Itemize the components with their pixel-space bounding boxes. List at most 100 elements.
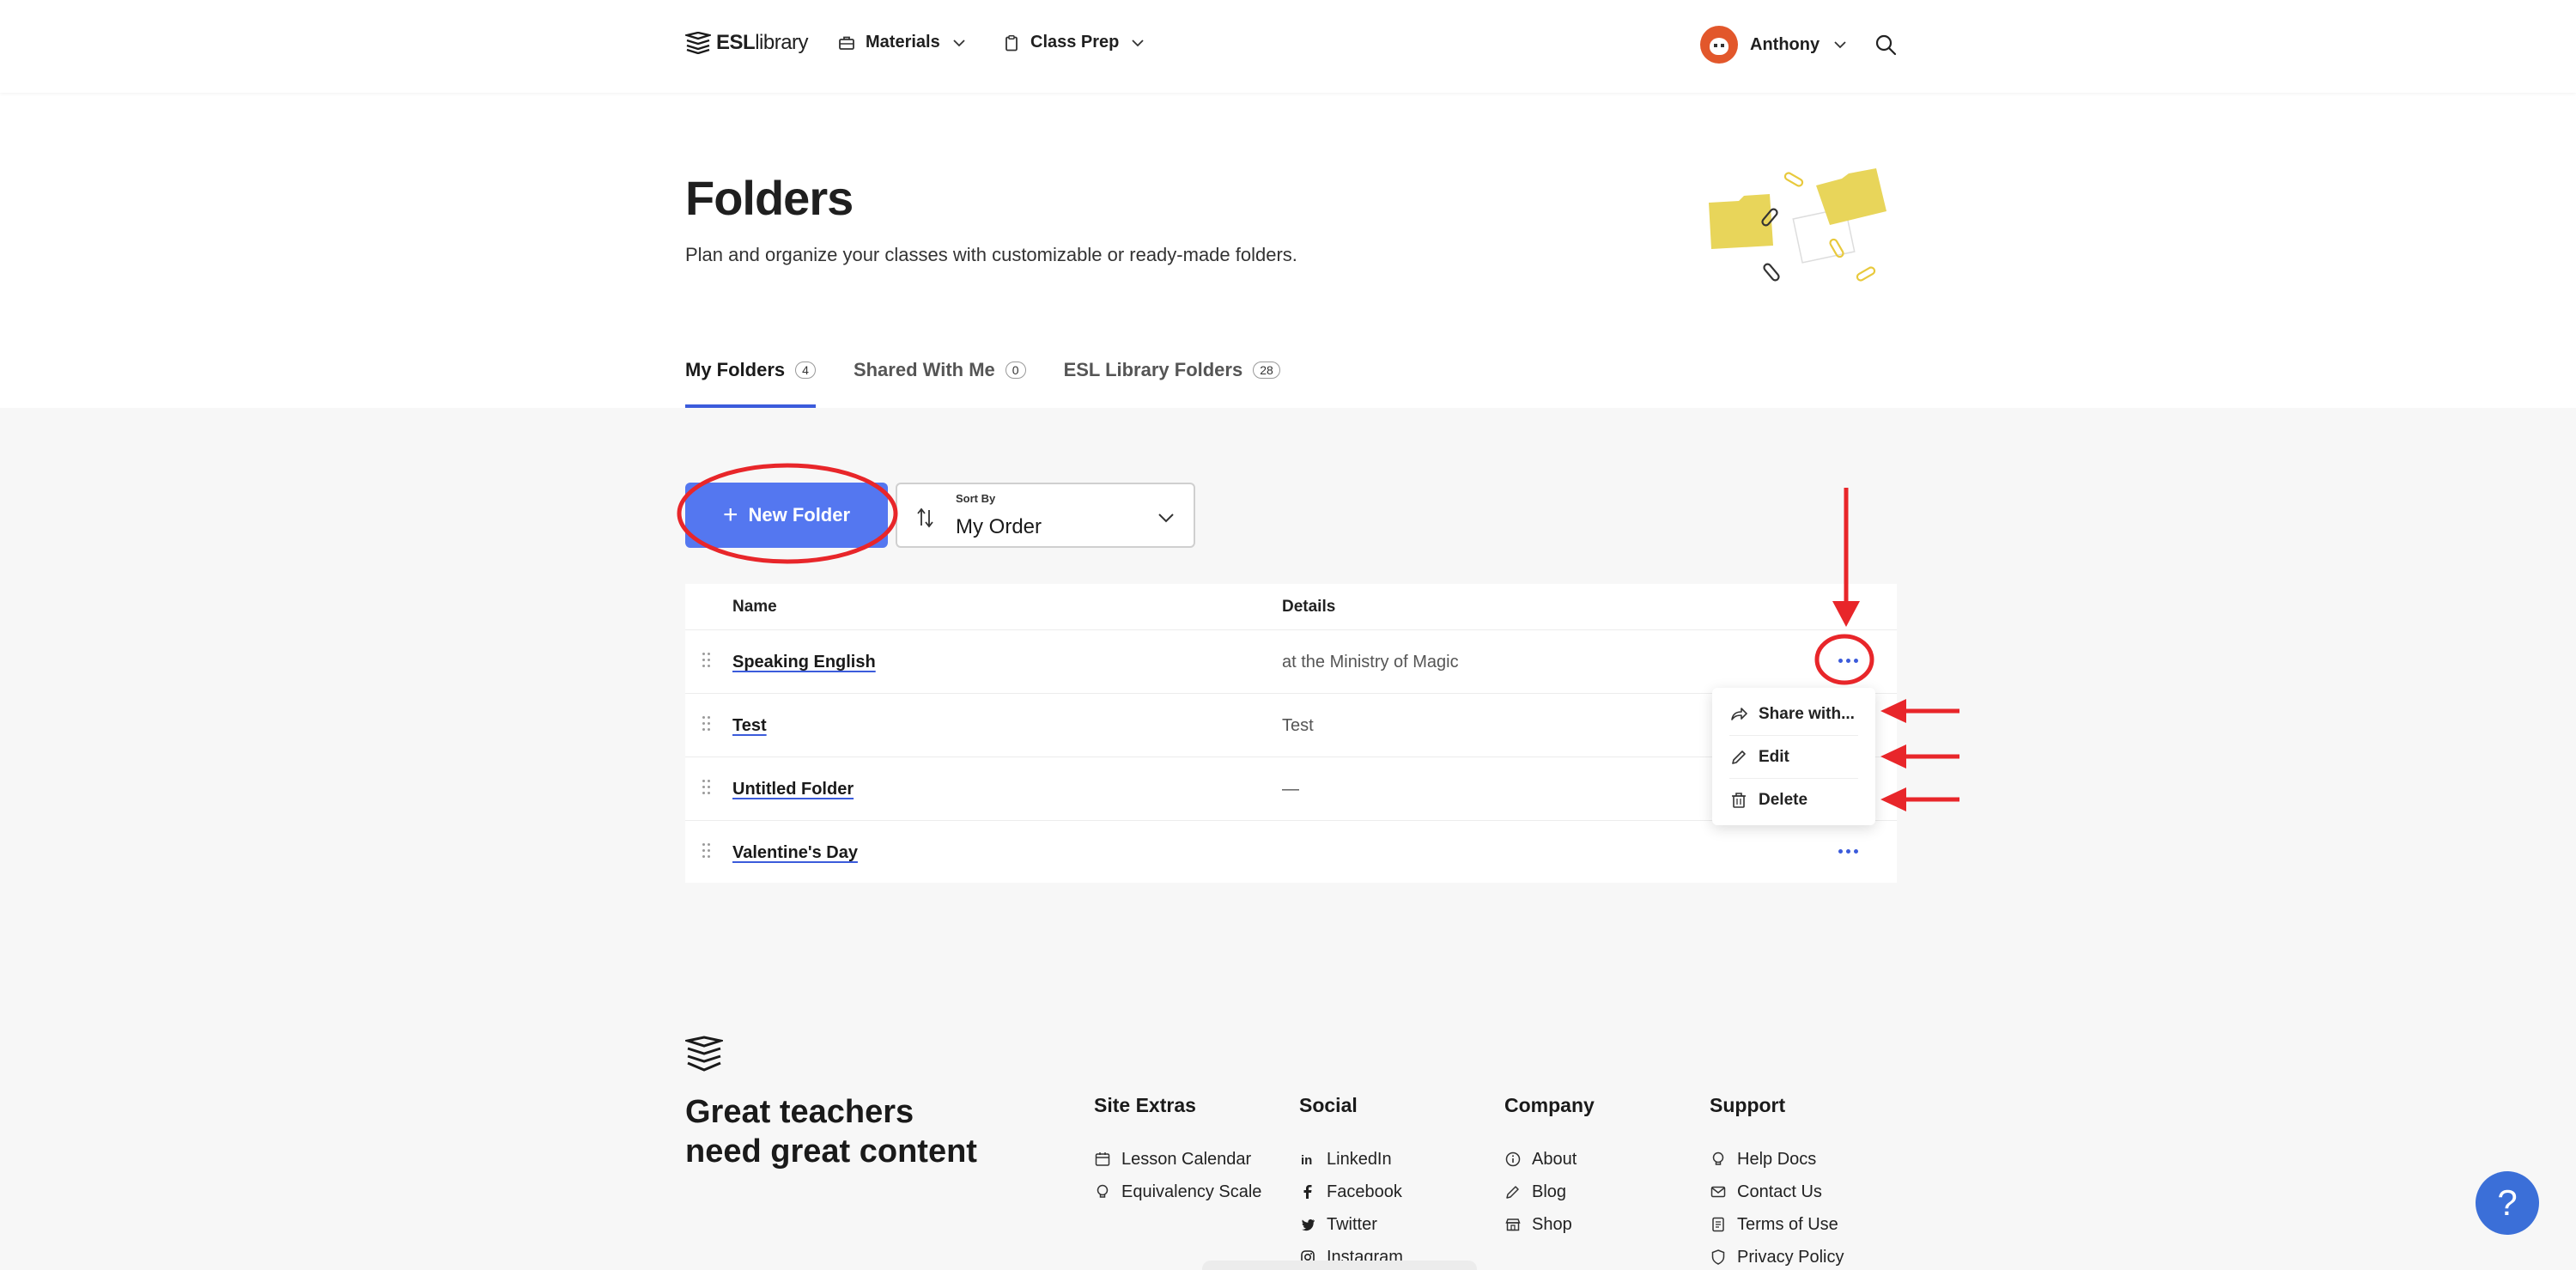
drag-handle-icon[interactable] [702, 780, 711, 797]
search-icon[interactable] [1874, 33, 1898, 57]
footer-link-linkedin[interactable]: in LinkedIn [1299, 1143, 1403, 1176]
more-options-button[interactable] [1829, 647, 1867, 673]
menu-item-edit[interactable]: Edit [1729, 736, 1858, 779]
nav-class-prep[interactable]: Class Prep [1003, 33, 1146, 52]
tagline-line: Great teachers [685, 1094, 914, 1130]
footer-column-social: Social in LinkedIn Facebook Twitter Inst… [1299, 1094, 1403, 1270]
folder-name-link[interactable]: Speaking English [732, 653, 876, 672]
footer-column-site-extras: Site Extras Lesson Calendar Equivalency … [1094, 1094, 1261, 1208]
footer-link-terms-of-use[interactable]: Terms of Use [1710, 1208, 1844, 1241]
user-menu[interactable]: Anthony [1700, 26, 1849, 64]
footer-column-company: Company About Blog Shop [1504, 1094, 1595, 1241]
shield-icon [1711, 1249, 1725, 1265]
footer-column-support: Support Help Docs Contact Us Terms of Us… [1710, 1094, 1844, 1270]
tab-esl-library-folders[interactable]: ESL Library Folders 28 [1064, 354, 1280, 386]
chevron-down-icon [1158, 513, 1174, 523]
sort-arrows-icon [917, 507, 933, 528]
sort-by-label: Sort By [956, 492, 996, 505]
folder-tabs: My Folders 4 Shared With Me 0 ESL Librar… [685, 354, 1280, 408]
footer-column-title: Social [1299, 1094, 1358, 1116]
footer-logo-icon [685, 1036, 723, 1072]
tab-count-badge: 4 [795, 362, 816, 379]
tab-my-folders[interactable]: My Folders 4 [685, 354, 816, 408]
tagline-line: need great content [685, 1133, 977, 1170]
share-icon [1731, 707, 1747, 720]
folder-details: — [1282, 780, 1299, 799]
footer-link-privacy-policy[interactable]: Privacy Policy [1710, 1241, 1844, 1270]
briefcase-icon [839, 36, 854, 50]
menu-item-label: Edit [1759, 747, 1789, 766]
top-navbar: ESLlibrary Materials Class Prep Anthony [0, 0, 2576, 93]
drag-handle-icon[interactable] [702, 716, 711, 733]
document-icon [1712, 1217, 1724, 1232]
tab-shared-with-me[interactable]: Shared With Me 0 [854, 354, 1026, 386]
footer-link-label: Lesson Calendar [1121, 1149, 1252, 1169]
footer-link-blog[interactable]: Blog [1504, 1176, 1595, 1208]
folder-name-link[interactable]: Untitled Folder [732, 780, 854, 799]
chevron-down-icon [1834, 41, 1846, 49]
table-header: Name Details [685, 584, 1897, 630]
footer-link-label: Equivalency Scale [1121, 1182, 1262, 1201]
tab-count-badge: 28 [1253, 362, 1280, 379]
footer-column-title: Site Extras [1094, 1094, 1196, 1116]
footer-link-contact-us[interactable]: Contact Us [1710, 1176, 1844, 1208]
footer-link-equivalency-scale[interactable]: Equivalency Scale [1094, 1176, 1261, 1208]
menu-item-label: Delete [1759, 791, 1808, 809]
nav-materials[interactable]: Materials [838, 33, 968, 52]
footer-link-shop[interactable]: Shop [1504, 1208, 1595, 1241]
logo-text: ESLlibrary [716, 31, 809, 54]
lightbulb-icon [1712, 1152, 1724, 1165]
footer-link-label: Contact Us [1737, 1182, 1822, 1201]
pencil-icon [1732, 750, 1746, 764]
folder-name-link[interactable]: Valentine's Day [732, 843, 858, 863]
folder-details: at the Ministry of Magic [1282, 653, 1459, 671]
linkedin-icon: in [1301, 1153, 1312, 1168]
column-header-name: Name [732, 598, 777, 616]
sort-by-select[interactable]: Sort By My Order [896, 483, 1195, 548]
page-subtitle: Plan and organize your classes with cust… [685, 244, 1297, 265]
menu-item-label: Share with... [1759, 704, 1855, 723]
footer-link-lesson-calendar[interactable]: Lesson Calendar [1094, 1143, 1261, 1176]
folders-illustration [1709, 168, 1886, 282]
more-options-button[interactable] [1829, 838, 1867, 864]
table-row: Valentine's Day [685, 821, 1897, 884]
footer-link-facebook[interactable]: Facebook [1299, 1176, 1403, 1208]
footer-link-label: Facebook [1327, 1182, 1402, 1201]
plus-icon: + [722, 501, 738, 529]
footer-link-label: LinkedIn [1327, 1149, 1392, 1169]
drag-handle-icon[interactable] [702, 653, 711, 670]
drag-handle-icon[interactable] [702, 843, 711, 860]
shop-icon [1505, 1218, 1521, 1231]
folder-name-link[interactable]: Test [732, 716, 767, 736]
info-icon [1505, 1152, 1521, 1167]
footer-link-label: Twitter [1327, 1214, 1377, 1234]
calendar-icon [1095, 1152, 1110, 1166]
chevron-down-icon [1132, 39, 1145, 46]
logo-book-icon [685, 32, 711, 54]
footer-link-label: Shop [1532, 1214, 1572, 1234]
esl-library-logo[interactable]: ESLlibrary [685, 31, 809, 55]
svg-text:in: in [1301, 1153, 1312, 1168]
user-name: Anthony [1750, 34, 1820, 54]
footer-link-twitter[interactable]: Twitter [1299, 1208, 1403, 1241]
trash-icon [1732, 793, 1746, 808]
table-row: Speaking English at the Ministry of Magi… [685, 630, 1897, 694]
tab-label: ESL Library Folders [1063, 359, 1243, 380]
footer-column-title: Support [1710, 1094, 1786, 1116]
menu-item-share[interactable]: Share with... [1729, 693, 1858, 736]
nav-class-prep-label: Class Prep [1030, 33, 1120, 52]
new-folder-button[interactable]: + New Folder [685, 483, 888, 548]
facebook-icon [1303, 1185, 1312, 1199]
bottom-scroll-indicator [1202, 1261, 1477, 1270]
footer-link-help-docs[interactable]: Help Docs [1710, 1143, 1844, 1176]
footer-link-about[interactable]: About [1504, 1143, 1595, 1176]
pencil-icon [1506, 1186, 1519, 1199]
help-chat-button[interactable]: ? [2476, 1171, 2539, 1235]
twitter-icon [1302, 1219, 1315, 1231]
menu-item-delete[interactable]: Delete [1729, 779, 1858, 822]
folder-details: Test [1282, 716, 1314, 735]
footer-link-label: Privacy Policy [1737, 1247, 1844, 1267]
column-header-details: Details [1282, 598, 1336, 616]
nav-materials-label: Materials [866, 33, 940, 52]
footer-link-label: About [1532, 1149, 1577, 1169]
